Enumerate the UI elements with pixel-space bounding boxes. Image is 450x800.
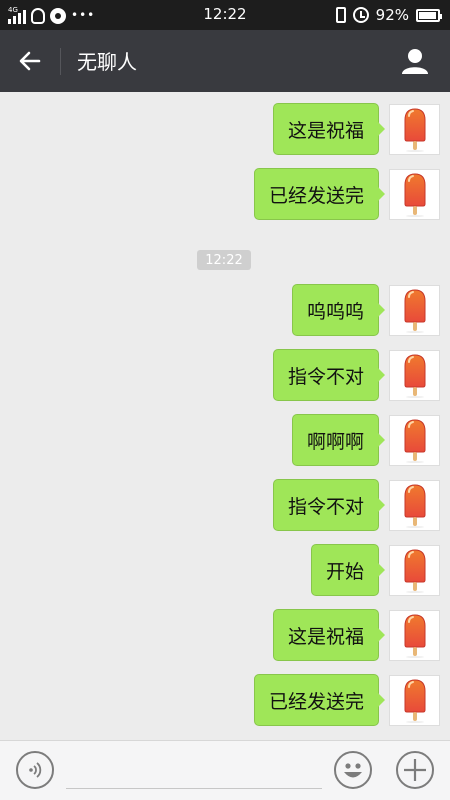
battery-percent: 92% bbox=[375, 6, 409, 24]
battery-icon bbox=[416, 8, 442, 22]
time-separator: 12:22 bbox=[197, 250, 251, 270]
avatar[interactable] bbox=[389, 544, 440, 596]
message-bubble[interactable]: 这是祝福 bbox=[272, 103, 386, 155]
popsicle-icon bbox=[404, 289, 425, 333]
status-bar: 4G ••• 12:22 92% bbox=[0, 0, 450, 30]
popsicle-icon bbox=[404, 549, 425, 593]
chat-header: 无聊人 bbox=[0, 30, 450, 92]
avatar[interactable] bbox=[389, 103, 440, 155]
smiley-icon bbox=[344, 763, 362, 778]
back-button[interactable] bbox=[12, 44, 48, 78]
popsicle-icon bbox=[404, 484, 425, 528]
arrow-left-icon bbox=[19, 51, 41, 71]
status-right-icons: 92% bbox=[335, 5, 442, 25]
message-item: 开始 bbox=[310, 544, 440, 596]
page-title: 无聊人 bbox=[77, 50, 137, 74]
popsicle-icon bbox=[404, 108, 425, 152]
message-item: 啊啊啊 bbox=[291, 414, 440, 466]
emoji-button[interactable] bbox=[334, 751, 372, 789]
avatar[interactable] bbox=[389, 479, 440, 531]
message-item: 这是祝福 bbox=[272, 103, 440, 155]
user-icon bbox=[402, 49, 428, 74]
popsicle-icon bbox=[404, 614, 425, 658]
popsicle-icon bbox=[404, 173, 425, 217]
chat-info-button[interactable] bbox=[400, 46, 430, 76]
message-bubble[interactable]: 开始 bbox=[310, 544, 386, 596]
vibrate-icon bbox=[335, 7, 346, 23]
popsicle-icon bbox=[404, 419, 425, 463]
message-item: 已经发送完 bbox=[253, 168, 440, 220]
voice-icon bbox=[29, 762, 42, 778]
avatar[interactable] bbox=[389, 609, 440, 661]
message-bubble[interactable]: 呜呜呜 bbox=[291, 284, 386, 336]
message-item: 这是祝福 bbox=[272, 609, 440, 661]
message-bubble[interactable]: 已经发送完 bbox=[253, 168, 386, 220]
message-bubble[interactable]: 这是祝福 bbox=[272, 609, 386, 661]
message-bubble[interactable]: 已经发送完 bbox=[253, 674, 386, 726]
message-input[interactable] bbox=[66, 753, 322, 789]
message-item: 指令不对 bbox=[272, 479, 440, 531]
message-bubble[interactable]: 啊啊啊 bbox=[291, 414, 386, 466]
more-actions-button[interactable] bbox=[396, 751, 434, 789]
message-bubble[interactable]: 指令不对 bbox=[272, 349, 386, 401]
message-item: 呜呜呜 bbox=[291, 284, 440, 336]
avatar[interactable] bbox=[389, 349, 440, 401]
avatar[interactable] bbox=[389, 284, 440, 336]
alarm-icon bbox=[352, 7, 369, 23]
avatar[interactable] bbox=[389, 414, 440, 466]
voice-button[interactable] bbox=[16, 751, 54, 789]
header-divider bbox=[60, 48, 61, 75]
input-bar bbox=[0, 740, 450, 800]
popsicle-icon bbox=[404, 679, 425, 723]
message-item: 已经发送完 bbox=[253, 674, 440, 726]
message-bubble[interactable]: 指令不对 bbox=[272, 479, 386, 531]
avatar[interactable] bbox=[389, 168, 440, 220]
popsicle-icon bbox=[404, 354, 425, 398]
avatar[interactable] bbox=[389, 674, 440, 726]
plus-icon bbox=[404, 759, 426, 781]
message-item: 指令不对 bbox=[272, 349, 440, 401]
